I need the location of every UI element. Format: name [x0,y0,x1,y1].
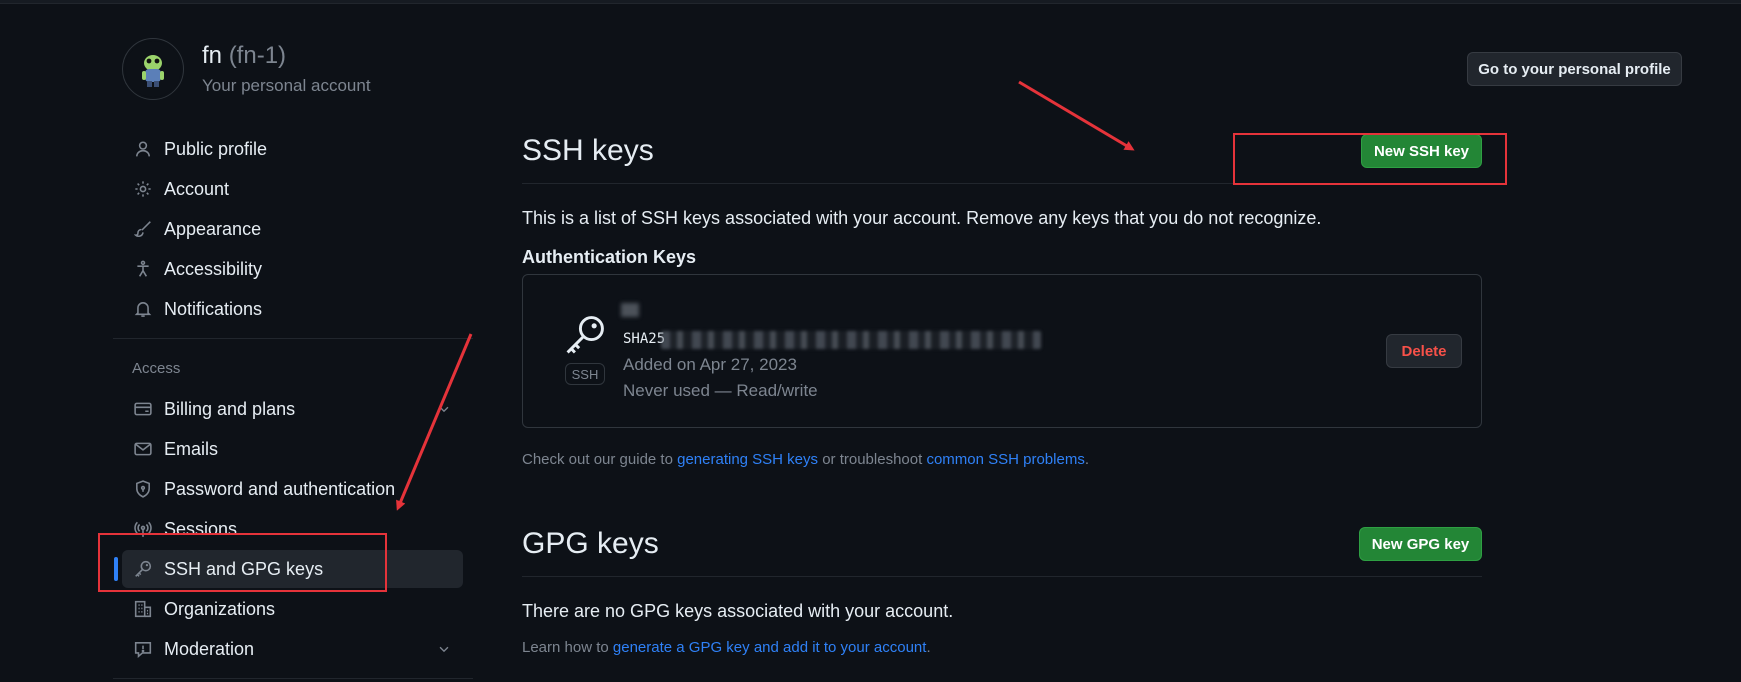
annotation-arrows [396,80,1135,511]
annotation-arrow-to-ssh-gpg-keys [396,333,473,511]
annotation-arrow-to-new-ssh-key [1018,80,1135,151]
